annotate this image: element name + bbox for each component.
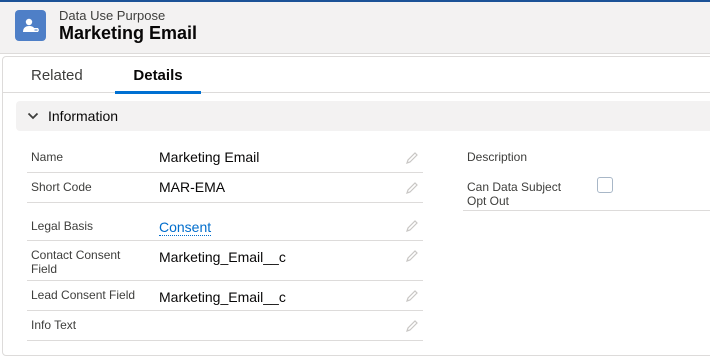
legal-basis-link[interactable]: Consent [159, 219, 212, 236]
field-lead-consent: Lead Consent Field Marketing_Email__c [27, 281, 423, 311]
section-information-header[interactable]: Information [16, 101, 710, 131]
field-label: Short Code [31, 180, 92, 194]
edit-pencil-icon[interactable] [405, 249, 419, 263]
tab-details[interactable]: Details [115, 57, 201, 94]
field-value: Marketing_Email__c [159, 249, 286, 265]
field-name: Name Marketing Email [27, 143, 423, 173]
field-value: Marketing Email [159, 149, 260, 165]
field-label: Info Text [31, 318, 77, 332]
edit-pencil-icon[interactable] [405, 151, 419, 165]
record-title: Marketing Email [59, 23, 198, 43]
section-title: Information [48, 108, 119, 124]
edit-pencil-icon[interactable] [405, 289, 419, 303]
tab-bar: Related Details [3, 57, 710, 94]
field-description: Description [463, 143, 710, 173]
field-label: Name [31, 150, 64, 164]
data-use-purpose-icon [15, 10, 46, 41]
field-contact-consent: Contact Consent Field Marketing_Email__c [27, 241, 423, 281]
record-header: Data Use Purpose Marketing Email [0, 2, 710, 54]
field-short-code: Short Code MAR-EMA [27, 173, 423, 203]
field-info-text: Info Text [27, 311, 423, 341]
field-value: MAR-EMA [159, 179, 226, 195]
field-label: Legal Basis [31, 219, 94, 233]
field-value: Marketing_Email__c [159, 289, 286, 305]
field-legal-basis: Legal Basis Consent [27, 203, 423, 241]
field-label: Can Data Subject Opt Out [467, 180, 562, 208]
edit-pencil-icon[interactable] [405, 181, 419, 195]
opt-out-checkbox[interactable] [597, 177, 613, 193]
object-type-label: Data Use Purpose [59, 8, 166, 23]
tab-related[interactable]: Related [31, 57, 83, 93]
field-label: Description [467, 150, 528, 164]
edit-pencil-icon[interactable] [405, 319, 419, 333]
field-label: Contact Consent Field [31, 248, 121, 276]
details-card: Related Details Information Name Marketi… [2, 56, 710, 356]
edit-pencil-icon[interactable] [405, 219, 419, 233]
chevron-down-icon [26, 109, 40, 123]
field-opt-out: Can Data Subject Opt Out [463, 173, 710, 211]
field-label: Lead Consent Field [31, 288, 136, 302]
